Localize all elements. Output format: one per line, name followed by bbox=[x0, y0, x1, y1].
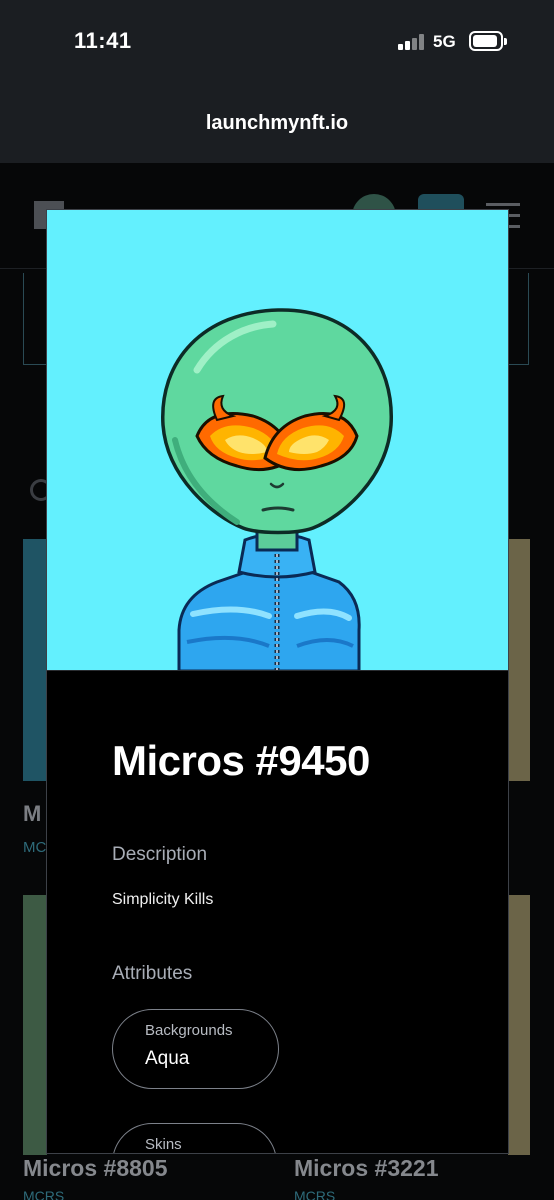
nft-card-title: Micros #3221 bbox=[294, 1155, 439, 1181]
alien-artwork bbox=[161, 308, 393, 670]
attribute-value: Aqua bbox=[145, 1048, 190, 1069]
attribute-type: Backgrounds bbox=[145, 1022, 233, 1039]
nft-card-image[interactable] bbox=[508, 539, 530, 781]
nft-card-collection: MCRS bbox=[294, 1188, 336, 1200]
nft-card-image[interactable] bbox=[23, 895, 47, 1155]
nft-title: Micros #9450 bbox=[112, 737, 370, 784]
attribute-type: Skins bbox=[145, 1136, 182, 1153]
description-label: Description bbox=[112, 844, 208, 865]
nft-card-image[interactable] bbox=[508, 895, 530, 1155]
url-text[interactable]: launchmynft.io bbox=[0, 112, 554, 135]
description-text: Simplicity Kills bbox=[112, 891, 214, 908]
nft-image bbox=[47, 210, 508, 671]
nft-card-collection: MCRS bbox=[23, 1188, 65, 1200]
nft-card-collection: MC bbox=[23, 839, 47, 856]
nft-card-title: Micros #8805 bbox=[23, 1155, 168, 1181]
status-bar: 11:41 5G bbox=[0, 0, 554, 90]
cellular-signal-icon bbox=[398, 34, 426, 50]
nft-card-image[interactable] bbox=[23, 539, 47, 781]
attribute-pill-skins[interactable]: Skins bbox=[112, 1123, 277, 1153]
nft-detail-modal: Micros #9450 Description Simplicity Kill… bbox=[46, 209, 509, 1154]
status-time: 11:41 bbox=[74, 28, 132, 53]
attributes-label: Attributes bbox=[112, 963, 193, 984]
attribute-pill-backgrounds[interactable]: Backgrounds Aqua bbox=[112, 1009, 279, 1089]
browser-address-bar[interactable]: launchmynft.io bbox=[0, 90, 554, 163]
network-type: 5G bbox=[433, 32, 456, 51]
nft-card-title: M bbox=[23, 801, 42, 826]
battery-icon bbox=[469, 31, 507, 51]
